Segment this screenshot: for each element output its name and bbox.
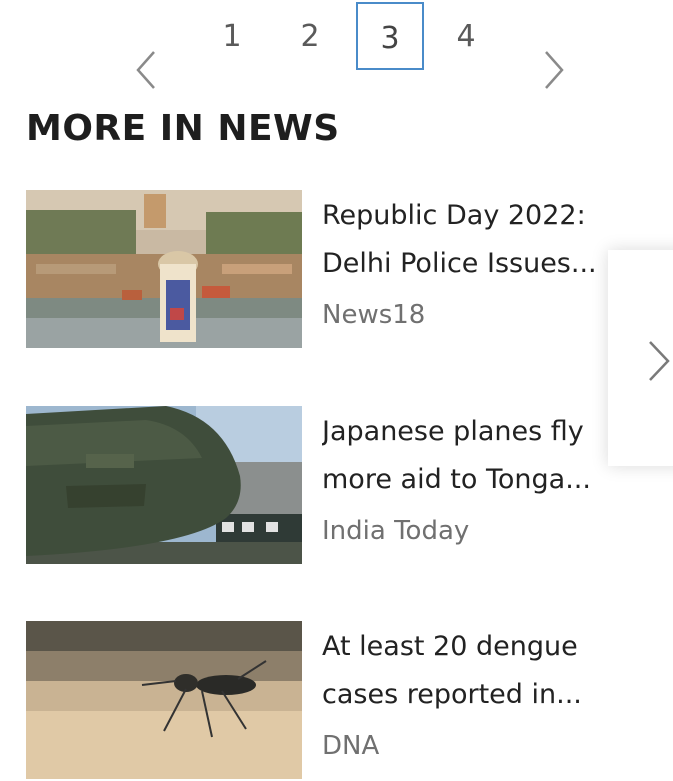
chevron-right-icon xyxy=(545,51,564,89)
headline-line-2: Delhi Police Issues... xyxy=(322,248,597,279)
headline-line-1: Republic Day 2022: xyxy=(322,200,586,231)
headline-line-2: cases reported in... xyxy=(322,679,582,710)
chevron-right-icon xyxy=(649,341,670,381)
news-card[interactable]: Japanese planes fly more aid to Tonga...… xyxy=(26,406,626,566)
headline-line-1: Japanese planes fly xyxy=(322,416,584,447)
page-2-button[interactable]: 2 xyxy=(276,2,344,70)
news-card[interactable]: Republic Day 2022: Delhi Police Issues..… xyxy=(26,190,626,350)
news-thumbnail-dengue[interactable] xyxy=(26,621,302,779)
news-source: India Today xyxy=(322,516,470,546)
news-source: News18 xyxy=(322,300,426,330)
news-headline[interactable]: At least 20 dengue cases reported in... xyxy=(322,623,622,719)
headline-line-2: more aid to Tonga... xyxy=(322,464,591,495)
page-4-button[interactable]: 4 xyxy=(432,2,500,70)
previous-page-button[interactable] xyxy=(132,48,160,92)
news-headline[interactable]: Republic Day 2022: Delhi Police Issues..… xyxy=(322,192,622,288)
page-1-button[interactable]: 1 xyxy=(198,2,266,70)
carousel-next-panel[interactable] xyxy=(608,250,673,466)
carousel-next-button[interactable] xyxy=(646,338,672,384)
next-page-button[interactable] xyxy=(540,48,568,92)
chevron-left-icon xyxy=(136,51,155,89)
pagination: 1 2 3 4 xyxy=(0,0,673,100)
news-headline[interactable]: Japanese planes fly more aid to Tonga... xyxy=(322,408,622,504)
news-source: DNA xyxy=(322,731,380,761)
page-3-button[interactable]: 3 xyxy=(356,2,424,70)
news-thumbnail-republic-day[interactable] xyxy=(26,190,302,348)
news-thumbnail-japanese-planes[interactable] xyxy=(26,406,302,564)
section-title: MORE IN NEWS xyxy=(26,108,340,149)
headline-line-1: At least 20 dengue xyxy=(322,631,578,662)
news-card[interactable]: At least 20 dengue cases reported in... … xyxy=(26,621,626,781)
